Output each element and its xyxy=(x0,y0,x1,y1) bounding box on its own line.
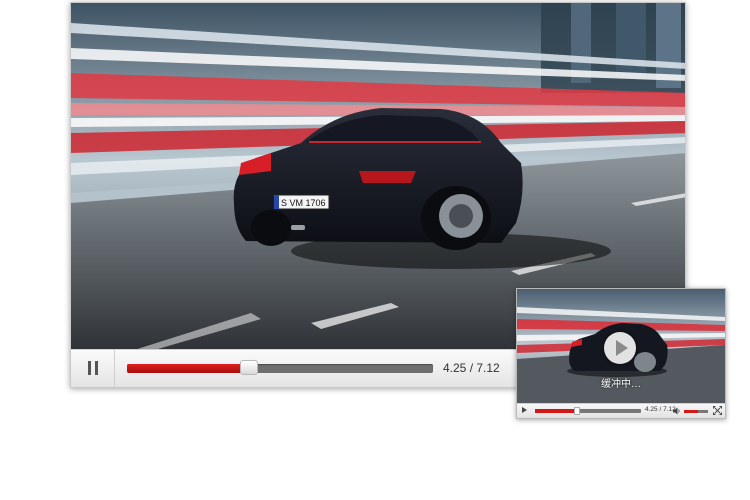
mini-seek-bar[interactable] xyxy=(535,407,641,415)
mini-play-button[interactable] xyxy=(522,407,527,413)
mini-video-player: 缓冲中… 4.25 / 7.12 xyxy=(516,288,726,419)
mini-video-frame[interactable]: 缓冲中… xyxy=(517,289,725,403)
seek-bar[interactable] xyxy=(127,360,433,375)
speaker-icon[interactable] xyxy=(673,407,681,415)
seek-bar-played xyxy=(127,364,250,373)
seek-handle[interactable] xyxy=(240,360,259,375)
mini-seek-bar-played xyxy=(535,409,578,413)
fullscreen-icon[interactable] xyxy=(713,406,722,415)
buffering-status: 缓冲中… xyxy=(601,379,641,390)
play-icon xyxy=(616,340,628,356)
time-display: 4.25 / 7.12 xyxy=(443,361,500,375)
video-player-showcase: S VM 1706 4.25 / 7.12 缓冲中… 4.25 / 7.12 xyxy=(0,0,750,500)
mini-time-display: 4.25 / 7.12 xyxy=(645,406,676,413)
license-plate-text: S VM 1706 xyxy=(281,198,326,208)
mini-control-bar: 4.25 / 7.12 xyxy=(517,403,725,418)
volume-slider[interactable] xyxy=(684,410,708,413)
mini-seek-handle[interactable] xyxy=(574,407,581,415)
play-overlay-button[interactable] xyxy=(604,332,636,364)
pause-icon xyxy=(88,361,91,375)
pause-button[interactable] xyxy=(71,350,115,387)
volume-slider-fill xyxy=(684,410,699,413)
